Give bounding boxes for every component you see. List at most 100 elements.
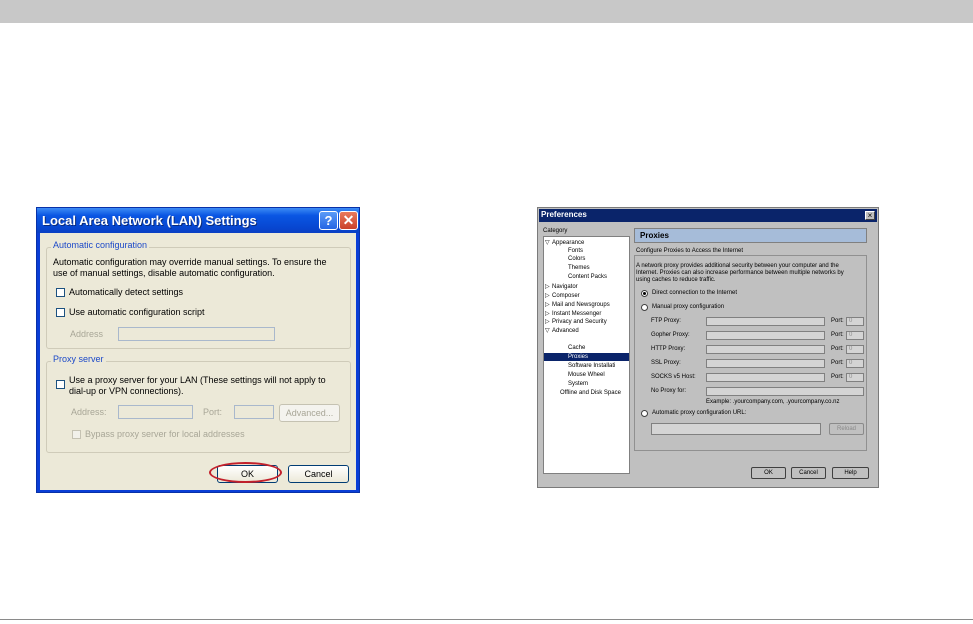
auto-config-legend: Automatic configuration (51, 240, 150, 250)
prefs-cancel-button[interactable]: Cancel (791, 467, 826, 479)
proxy-server-legend: Proxy server (51, 354, 106, 364)
tree-item-advanced[interactable]: Advanced (552, 328, 579, 335)
ssl-proxy-input[interactable] (706, 359, 825, 368)
tree-item-themes[interactable]: Themes (568, 265, 590, 272)
tree-expander-icon[interactable]: ▷ (545, 302, 550, 309)
tree-expander-icon[interactable]: ▷ (545, 311, 550, 318)
tree-item-navigator[interactable]: Navigator (552, 284, 578, 291)
auto-config-description-line1: Automatic configuration may override man… (53, 257, 327, 267)
tree-item-software-installation[interactable]: Software Installati (568, 363, 615, 370)
ssl-port-input[interactable]: 0 (846, 359, 864, 368)
direct-connection-label[interactable]: Direct connection to the Internet (652, 290, 737, 297)
auto-config-description-line2: use of manual settings, disable automati… (53, 268, 275, 278)
page-header-bar (0, 0, 973, 23)
proxy-description-line2: Internet. Proxies can also increase perf… (636, 270, 844, 276)
page-footer-rule (0, 619, 973, 620)
tree-expander-icon[interactable]: ▽ (545, 240, 550, 247)
auto-script-label[interactable]: Use automatic configuration script (69, 307, 205, 318)
manual-config-radio[interactable] (641, 304, 648, 311)
ftp-proxy-input[interactable] (706, 317, 825, 326)
proxy-port-input[interactable] (234, 405, 274, 419)
proxy-port-label: Port: (203, 407, 223, 417)
http-port-label: Port: (831, 346, 844, 352)
gopher-proxy-label: Gopher Proxy: (651, 332, 690, 338)
panel-title: Proxies (640, 231, 669, 240)
ftp-port-input[interactable]: 0 (846, 317, 864, 326)
tree-item-offline-disk-space[interactable]: Offline and Disk Space (560, 390, 621, 397)
reload-button[interactable]: Reload (829, 423, 864, 435)
script-address-label: Address (70, 329, 104, 339)
tree-item-mouse-wheel[interactable]: Mouse Wheel (568, 372, 605, 379)
tree-item-fonts[interactable]: Fonts (568, 248, 583, 255)
tree-item-cache[interactable]: Cache (568, 345, 585, 352)
auto-proxy-url-label[interactable]: Automatic proxy configuration URL: (652, 410, 746, 417)
lan-dialog-body: Automatic configuration Automatic config… (40, 233, 356, 490)
no-proxy-example: Example: .yourcompany.com, .yourcompany.… (706, 399, 840, 405)
socks-host-input[interactable] (706, 373, 825, 382)
socks-port-input[interactable]: 0 (846, 373, 864, 382)
auto-proxy-url-input[interactable] (651, 423, 821, 435)
proxy-server-group: Proxy server Use a proxy server for your… (46, 354, 351, 453)
tree-item-privacy-security[interactable]: Privacy and Security (552, 319, 607, 326)
proxy-address-input[interactable] (118, 405, 193, 419)
proxy-description-line1: A network proxy provides additional secu… (636, 263, 839, 269)
auto-detect-label[interactable]: Automatically detect settings (69, 287, 183, 298)
use-proxy-checkbox[interactable] (56, 380, 65, 389)
auto-script-checkbox[interactable] (56, 308, 65, 317)
preferences-dialog: Preferences × Category ▽ Appearance Font… (537, 207, 879, 488)
tree-item-content-packs[interactable]: Content Packs (568, 274, 607, 281)
tree-expander-icon[interactable]: ▽ (545, 328, 550, 335)
direct-connection-radio[interactable] (641, 290, 648, 297)
close-button[interactable]: ✕ (339, 211, 358, 230)
category-tree: ▽ Appearance Fonts Colors Themes Content… (543, 236, 630, 474)
tree-expander-icon[interactable]: ▷ (545, 284, 550, 291)
ssl-port-label: Port: (831, 360, 844, 366)
lan-title-bar[interactable]: Local Area Network (LAN) Settings ? ✕ (37, 208, 359, 233)
auto-detect-checkbox[interactable] (56, 288, 65, 297)
proxies-panel-header: Proxies (634, 228, 867, 243)
socks-host-label: SOCKS v5 Host: (651, 374, 696, 380)
advanced-button[interactable]: Advanced... (279, 404, 340, 422)
no-proxy-label: No Proxy for: (651, 388, 687, 394)
http-proxy-label: HTTP Proxy: (651, 346, 686, 352)
prefs-title-bar[interactable]: Preferences × (539, 209, 877, 222)
bypass-local-checkbox[interactable] (72, 430, 81, 439)
script-address-input[interactable] (118, 327, 275, 341)
gopher-proxy-input[interactable] (706, 331, 825, 340)
tree-item-instant-messenger[interactable]: Instant Messenger (552, 311, 601, 318)
tree-item-colors[interactable]: Colors (568, 256, 585, 263)
tree-item-system[interactable]: System (568, 381, 588, 388)
cancel-button[interactable]: Cancel (288, 465, 349, 483)
gopher-port-input[interactable]: 0 (846, 331, 864, 340)
prefs-help-button[interactable]: Help (832, 467, 869, 479)
prefs-close-button[interactable]: × (865, 211, 875, 220)
proxy-description-line3: using caches to reduce traffic. (636, 277, 716, 283)
tree-item-composer[interactable]: Composer (552, 293, 580, 300)
ok-button-highlight (209, 462, 282, 483)
ftp-port-label: Port: (831, 318, 844, 324)
category-label: Category (543, 228, 568, 234)
prefs-dialog-title: Preferences (541, 210, 587, 219)
proxy-group-title: Configure Proxies to Access the Internet (636, 248, 744, 254)
tree-expander-icon[interactable]: ▷ (545, 293, 550, 300)
ftp-proxy-label: FTP Proxy: (651, 318, 681, 324)
http-port-input[interactable]: 0 (846, 345, 864, 354)
tree-expander-icon[interactable]: ▷ (545, 319, 550, 326)
gopher-port-label: Port: (831, 332, 844, 338)
manual-config-label[interactable]: Manual proxy configuration (652, 304, 724, 311)
no-proxy-input[interactable] (706, 387, 864, 396)
lan-dialog-title: Local Area Network (LAN) Settings (42, 213, 257, 228)
lan-settings-dialog: Local Area Network (LAN) Settings ? ✕ Au… (36, 207, 360, 493)
http-proxy-input[interactable] (706, 345, 825, 354)
use-proxy-label-line1[interactable]: Use a proxy server for your LAN (These s… (69, 375, 326, 386)
prefs-ok-button[interactable]: OK (751, 467, 786, 479)
auto-proxy-url-radio[interactable] (641, 410, 648, 417)
tree-item-mail-newsgroups[interactable]: Mail and Newsgroups (552, 302, 610, 309)
tree-item-proxies[interactable]: Proxies (568, 354, 588, 361)
help-button[interactable]: ? (319, 211, 338, 230)
ssl-proxy-label: SSL Proxy: (651, 360, 681, 366)
use-proxy-label-line2[interactable]: dial-up or VPN connections). (69, 386, 184, 397)
tree-item-appearance[interactable]: Appearance (552, 240, 584, 247)
bypass-local-label[interactable]: Bypass proxy server for local addresses (85, 429, 245, 440)
auto-config-group: Automatic configuration Automatic config… (46, 240, 351, 349)
